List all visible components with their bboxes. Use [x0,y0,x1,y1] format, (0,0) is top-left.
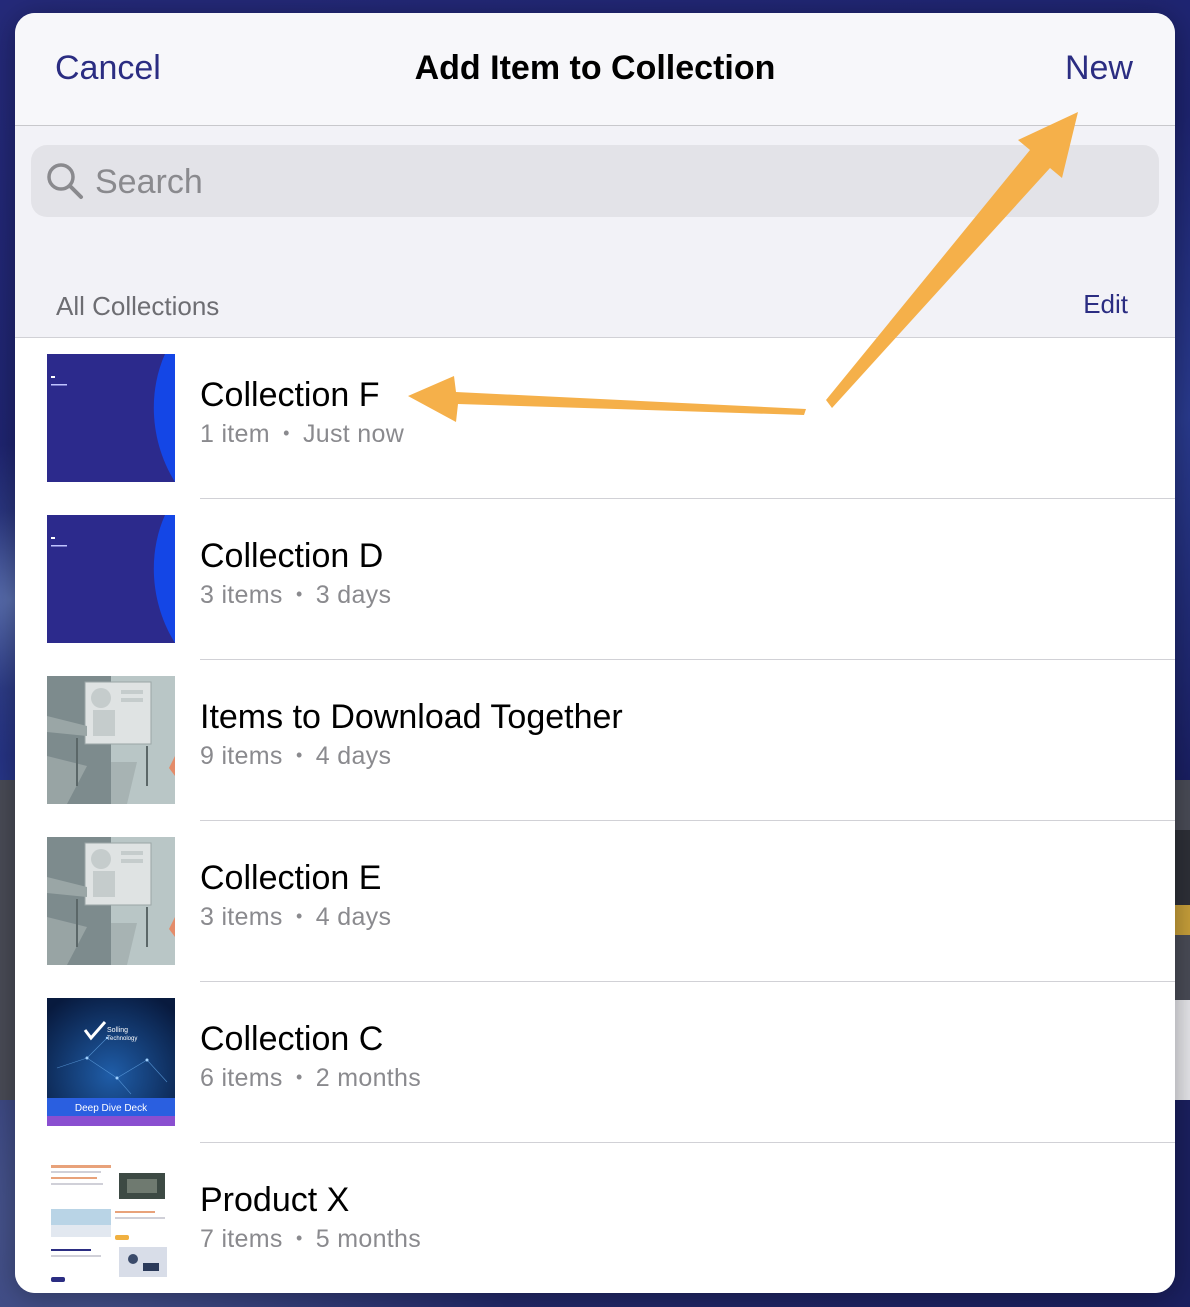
collection-name: Collection D [200,537,384,575]
sheet-title: Add Item to Collection [414,49,776,87]
collection-meta: 9 items • 4 days [200,742,391,771]
collection-thumbnail: Solling Technology Deep Dive Deck [47,998,175,1126]
collection-thumbnail [47,837,175,965]
last-updated: 4 days [315,903,392,931]
last-updated: Just now [303,420,405,448]
collection-meta: 3 items • 4 days [200,903,391,932]
search-input[interactable] [93,145,1137,219]
thumb-brand-line2: Technology [107,1036,137,1042]
collection-row[interactable]: Product X 7 items • 5 months [15,1143,1175,1293]
search-bar[interactable] [31,145,1159,219]
collection-thumbnail [47,676,175,804]
meta-separator: • [295,584,303,604]
collection-row[interactable]: Items to Download Together 9 items • 4 d… [15,660,1175,821]
item-count: 7 items [200,1225,283,1253]
search-icon [47,163,83,199]
collection-name: Product X [200,1181,350,1219]
collection-thumbnail [47,1159,175,1287]
item-count: 3 items [200,581,283,609]
last-updated: 2 months [315,1064,422,1092]
last-updated: 5 months [315,1225,422,1253]
collection-thumbnail [47,515,175,643]
item-count: 3 items [200,903,283,931]
meta-separator: • [295,906,303,926]
edit-button[interactable]: Edit [1083,289,1128,320]
meta-separator: • [295,745,303,765]
collection-name: Collection F [200,376,380,414]
last-updated: 3 days [315,581,392,609]
meta-separator: • [283,423,290,443]
collections-list: Collection F 1 item • Just now Collectio… [15,337,1175,1293]
collection-thumbnail [47,354,175,482]
collection-meta: 3 items • 3 days [200,581,391,610]
collection-meta: 1 item • Just now [200,420,404,449]
navigation-bar: Cancel Add Item to Collection New [15,13,1175,126]
collection-name: Collection E [200,859,382,897]
meta-separator: • [295,1228,303,1248]
collection-meta: 6 items • 2 months [200,1064,421,1093]
new-collection-button[interactable]: New [1065,49,1133,88]
collection-name: Items to Download Together [200,698,623,736]
meta-separator: • [295,1067,303,1087]
item-count: 1 item [200,420,270,448]
thumb-banner-text: Deep Dive Deck [75,1103,148,1114]
collection-row[interactable]: Collection E 3 items • 4 days [15,821,1175,982]
item-count: 6 items [200,1064,283,1092]
collection-row[interactable]: Collection D 3 items • 3 days [15,499,1175,660]
collection-name: Collection C [200,1020,384,1058]
last-updated: 4 days [315,742,392,770]
item-count: 9 items [200,742,283,770]
thumb-brand-line1: Solling [107,1027,128,1034]
collection-meta: 7 items • 5 months [200,1225,421,1254]
section-header-all-collections: All Collections [56,291,220,321]
collection-row[interactable]: Solling Technology Deep Dive Deck Collec… [15,982,1175,1143]
add-to-collection-sheet: Cancel Add Item to Collection New All Co… [15,13,1175,1293]
collection-row[interactable]: Collection F 1 item • Just now [15,338,1175,499]
